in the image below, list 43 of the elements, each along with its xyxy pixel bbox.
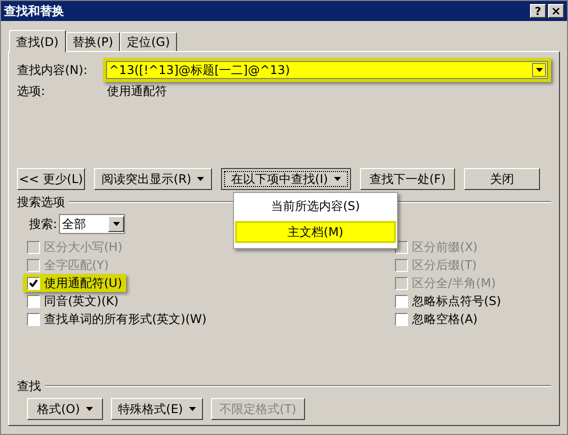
close-button[interactable]: × — [548, 4, 564, 18]
checkbox[interactable] — [395, 312, 408, 326]
section-title: 查找 — [17, 378, 41, 395]
find-what-label: 查找内容(N): — [17, 62, 88, 79]
dialog-button[interactable]: 在以下项中查找(I) — [221, 168, 351, 190]
checkmark-icon — [29, 279, 38, 287]
menu-item[interactable]: 当前所选内容(S) — [237, 197, 394, 215]
dialog-button[interactable]: 查找下一处(F) — [360, 168, 455, 190]
tab[interactable]: 替换(P) — [66, 32, 120, 51]
search-scope-select[interactable]: 全部 — [59, 214, 126, 234]
dialog-button[interactable]: << 更少(L) — [17, 168, 85, 190]
tab[interactable]: 定位(G) — [120, 32, 177, 51]
menu-item[interactable]: 主文档(M) — [237, 223, 394, 241]
checkbox-label: 使用通配符(U) — [44, 275, 122, 292]
checkbox-label: 区分大小写(H) — [44, 239, 122, 256]
checkbox-label: 同音(英文)(K) — [44, 293, 119, 310]
tab[interactable]: 查找(D) — [9, 30, 66, 52]
dialog-button[interactable]: 关闭 — [464, 168, 540, 190]
checkbox-label: 区分后缀(T) — [412, 257, 477, 274]
options-value: 使用通配符 — [106, 83, 167, 100]
checkbox-label: 忽略标点符号(S) — [412, 293, 501, 310]
find-what-field[interactable]: ^13([!^13]@标题[一二]@^13) — [106, 61, 548, 79]
checkbox-label: 区分前缀(X) — [412, 239, 478, 256]
checkbox-label: 查找单词的所有形式(英文)(W) — [44, 311, 207, 328]
format-button[interactable]: 特殊格式(E) — [111, 398, 203, 420]
dropdown-arrow-icon — [86, 407, 93, 411]
options-label: 选项: — [17, 83, 46, 100]
dropdown-arrow-icon — [334, 177, 341, 181]
checkbox-label: 区分全/半角(M) — [412, 275, 496, 292]
section-title: 搜索选项 — [17, 194, 65, 211]
checkbox[interactable] — [27, 312, 40, 326]
dropdown-arrow-icon — [197, 177, 204, 181]
help-button[interactable]: ? — [530, 4, 546, 18]
window-title: 查找和替换 — [4, 3, 64, 20]
checkbox[interactable] — [395, 294, 408, 308]
checkbox[interactable] — [27, 294, 40, 308]
checkbox-label: 全字匹配(Y) — [44, 257, 109, 274]
search-label: 搜索: — [29, 216, 58, 233]
dialog-button[interactable]: 阅读突出显示(R) — [94, 168, 212, 190]
checkbox[interactable] — [27, 276, 40, 290]
checkbox-label: 忽略空格(A) — [412, 311, 478, 328]
format-button[interactable]: 格式(O) — [27, 398, 103, 420]
dropdown-arrow-icon — [188, 407, 196, 411]
